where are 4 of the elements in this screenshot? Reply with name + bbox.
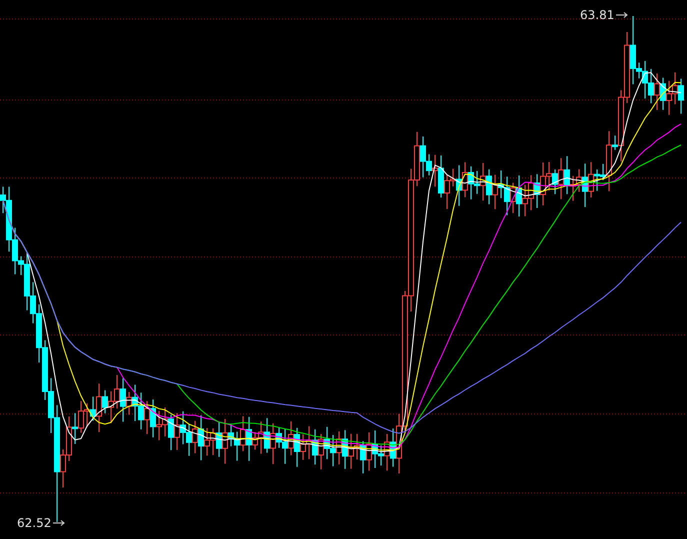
arrow-icon bbox=[53, 520, 66, 526]
low-price-label: 62.52 bbox=[17, 516, 52, 530]
high-price-label: 63.81 bbox=[580, 8, 614, 22]
arrow-icon bbox=[616, 12, 628, 18]
